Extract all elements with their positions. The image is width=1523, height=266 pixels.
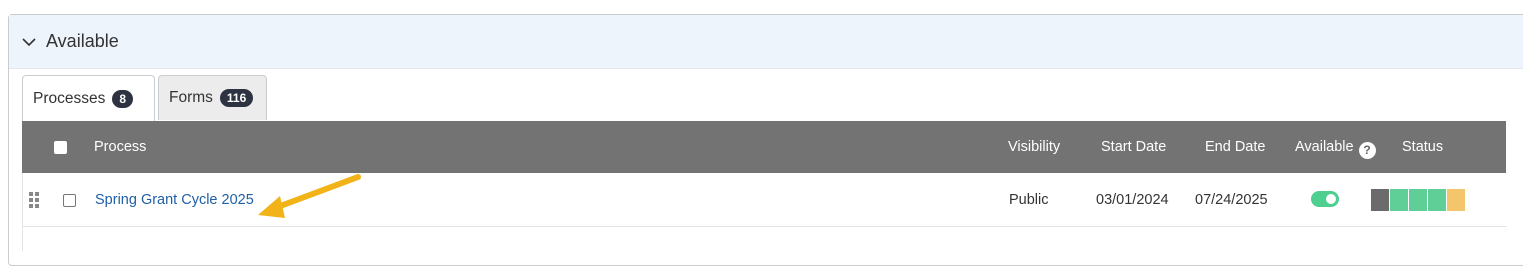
tab-processes[interactable]: Processes 8	[22, 75, 155, 121]
section-title: Available	[46, 31, 119, 51]
annotation-arrow-icon	[258, 174, 361, 218]
header-process[interactable]: Process	[94, 139, 146, 155]
help-icon[interactable]: ?	[1358, 142, 1376, 159]
status-segment	[1409, 189, 1427, 211]
tab-forms-label: Forms	[169, 89, 213, 106]
chevron-down-icon[interactable]	[21, 34, 37, 50]
forms-count-badge: 116	[219, 89, 254, 107]
tab-processes-label: Processes	[33, 89, 106, 107]
row-checkbox[interactable]	[63, 194, 76, 207]
status-segment	[1390, 189, 1408, 211]
visibility-value: Public	[1009, 192, 1049, 208]
status-segment	[1371, 189, 1389, 211]
available-section-header[interactable]: Available	[9, 15, 1523, 69]
table-body-continuation	[22, 227, 1507, 251]
end-date-value: 07/24/2025	[1195, 192, 1268, 208]
status-segment	[1447, 189, 1465, 211]
processes-count-badge: 8	[112, 89, 134, 108]
table-header: Process Visibility Start Date End Date A…	[22, 121, 1506, 173]
header-start-date[interactable]: Start Date	[1101, 139, 1166, 155]
start-date-value: 03/01/2024	[1096, 192, 1169, 208]
select-all-checkbox[interactable]	[54, 141, 67, 154]
header-status: Status	[1402, 139, 1444, 155]
status-bar	[1371, 189, 1466, 211]
header-available: Available?	[1295, 139, 1376, 159]
process-link[interactable]: Spring Grant Cycle 2025	[95, 192, 254, 208]
available-toggle[interactable]	[1311, 191, 1339, 207]
header-available-label[interactable]: Available	[1295, 139, 1354, 155]
table-row: Spring Grant Cycle 2025 Public 03/01/202…	[22, 173, 1507, 227]
header-end-date[interactable]: End Date	[1205, 139, 1265, 155]
status-segment	[1428, 189, 1446, 211]
tab-forms[interactable]: Forms 116	[158, 75, 267, 120]
header-visibility[interactable]: Visibility	[1008, 139, 1060, 155]
drag-handle-icon[interactable]	[29, 192, 41, 208]
